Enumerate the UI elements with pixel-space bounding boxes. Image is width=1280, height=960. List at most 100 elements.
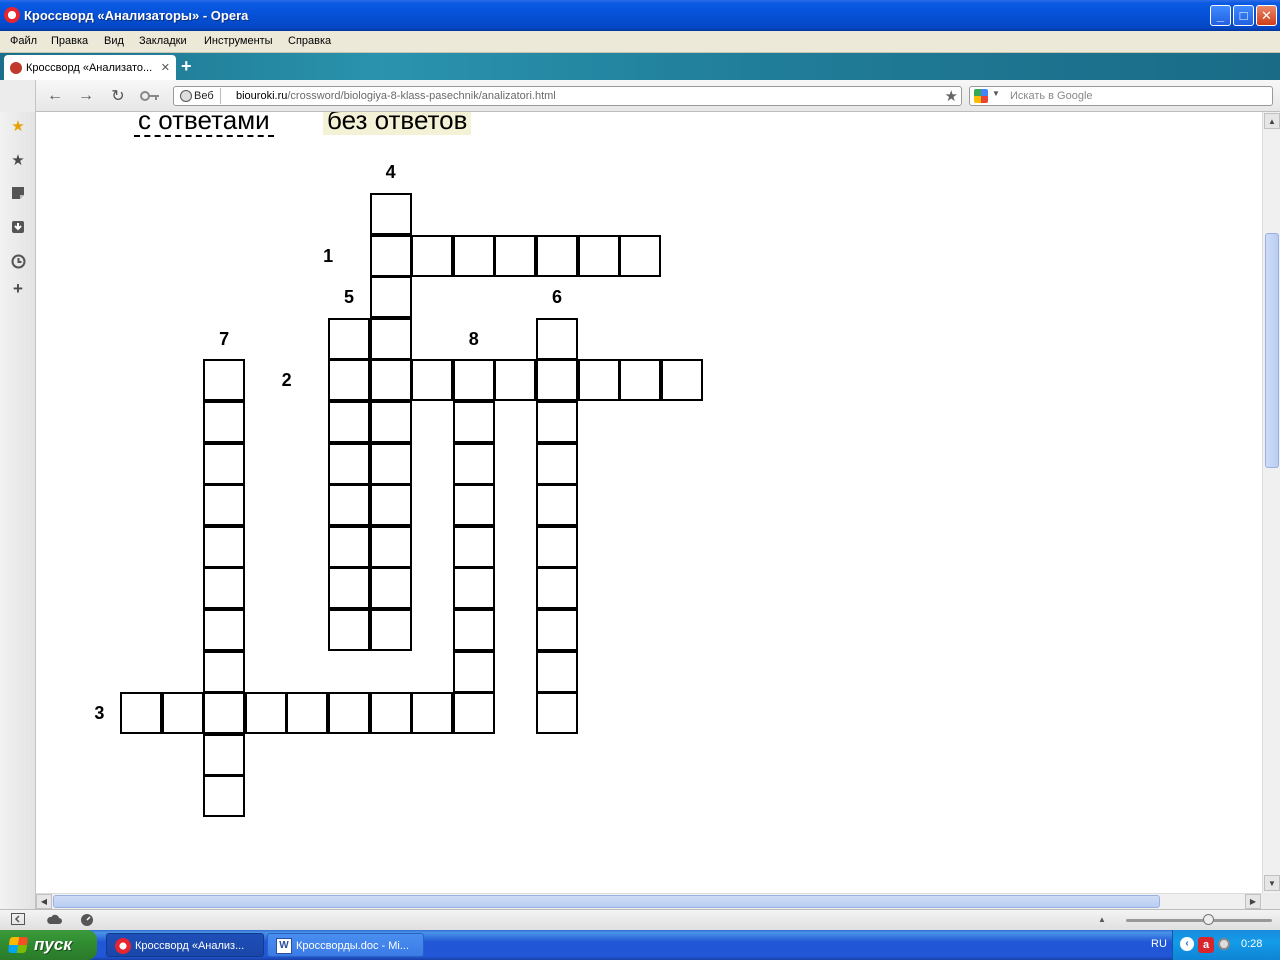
language-indicator[interactable]: RU (1151, 938, 1167, 950)
globe-icon (180, 90, 192, 102)
menu-help[interactable]: Справка (288, 35, 331, 47)
scroll-up-icon[interactable]: ▲ (1264, 113, 1280, 129)
chevron-down-icon[interactable]: ▼ (992, 89, 1000, 98)
scroll-down-icon[interactable]: ▼ (1264, 875, 1280, 891)
reload-button[interactable]: ↻ (108, 86, 128, 106)
without-answers-tab[interactable]: без ответов (323, 112, 472, 135)
clue-number-8: 8 (468, 328, 479, 349)
taskbar-item-label: Кроссворды.doc - Mi... (296, 940, 410, 952)
crossword-cell (369, 442, 412, 485)
crossword-cell (660, 359, 703, 402)
vertical-scroll-thumb[interactable] (1265, 233, 1279, 468)
crossword-cell (203, 650, 246, 693)
side-panel: ★ ★ + (0, 112, 36, 909)
crossword-cell (203, 525, 246, 568)
menu-file[interactable]: Файл (10, 35, 37, 47)
crossword-cell (452, 609, 495, 651)
crossword-cell (536, 692, 578, 735)
tab-crossword[interactable]: Кроссворд «Анализато... ✕ (4, 55, 176, 80)
tab-close-icon[interactable]: ✕ (161, 61, 170, 74)
crossword-cell (536, 525, 578, 568)
zoom-slider-track[interactable] (1126, 919, 1272, 922)
navigation-bar: ← → ↻ Веб biouroki.ru/crossword/biologiy… (36, 80, 1280, 112)
clue-number-3: 3 (94, 703, 105, 724)
menu-edit[interactable]: Правка (51, 35, 88, 47)
crossword-cell (120, 692, 162, 735)
crossword-cell (161, 692, 204, 735)
key-icon[interactable] (140, 86, 160, 106)
crossword-cell (328, 484, 370, 527)
opera-unite-cloud-icon[interactable] (46, 913, 62, 927)
crossword-cell (536, 650, 578, 693)
crossword-cell (203, 692, 246, 735)
address-bar[interactable]: Веб biouroki.ru/crossword/biologiya-8-kl… (173, 86, 962, 106)
crossword-cell (452, 567, 495, 610)
menu-bar: Файл Правка Вид Закладки Инструменты Спр… (0, 31, 1280, 53)
crossword-cell (536, 442, 578, 485)
menu-view[interactable]: Вид (104, 35, 124, 47)
crossword-cell (536, 359, 578, 402)
scrollbar-corner (1262, 893, 1280, 909)
search-field[interactable]: ▼ Искать в Google (969, 86, 1273, 106)
bookmarks-star-icon[interactable]: ★ (10, 152, 26, 168)
bookmark-star-icon[interactable]: ★ (945, 87, 958, 105)
crossword-cell (328, 442, 370, 485)
panel-toggle-icon[interactable] (11, 913, 25, 927)
crossword-cell (619, 359, 662, 402)
favicon-icon (10, 62, 22, 74)
crossword-cell (452, 650, 495, 693)
clue-number-2: 2 (281, 370, 292, 391)
crossword-cell (536, 609, 578, 651)
word-document-icon: W (276, 938, 292, 954)
speed-dial-star-icon[interactable]: ★ (10, 118, 26, 134)
opera-icon (115, 938, 131, 954)
taskbar-item-opera[interactable]: Кроссворд «Анализ... (106, 933, 264, 957)
history-clock-icon[interactable] (10, 253, 26, 269)
turbo-gauge-icon[interactable] (80, 913, 94, 927)
web-badge[interactable]: Веб (176, 88, 221, 104)
scroll-right-icon[interactable]: ▶ (1245, 894, 1261, 909)
notes-icon[interactable] (10, 185, 26, 201)
status-bar: ▲ (0, 909, 1280, 930)
crossword-cell (203, 401, 246, 443)
new-tab-button[interactable]: + (181, 57, 192, 75)
start-button[interactable]: пуск (0, 930, 97, 960)
crossword-cell (452, 525, 495, 568)
network-icon[interactable] (1218, 938, 1230, 950)
crossword-cell (536, 484, 578, 527)
title-bar: Кроссворд «Анализаторы» - Opera _ □ ✕ (0, 0, 1280, 31)
crossword-cell (369, 276, 412, 319)
close-button[interactable]: ✕ (1256, 5, 1277, 26)
start-label: пуск (34, 935, 72, 954)
crossword-cell (328, 359, 370, 402)
maximize-button[interactable]: □ (1233, 5, 1254, 26)
url-text[interactable]: biouroki.ru/crossword/biologiya-8-klass-… (236, 90, 556, 102)
add-panel-icon[interactable]: + (10, 280, 26, 297)
clue-number-7: 7 (219, 328, 230, 349)
zoom-menu-icon[interactable]: ▲ (1095, 913, 1109, 927)
forward-button[interactable]: → (76, 86, 96, 106)
vertical-scrollbar[interactable]: ▲ ▼ (1262, 112, 1280, 893)
url-path: /crossword/biologiya-8-klass-pasechnik/a… (287, 90, 556, 102)
window-title: Кроссворд «Анализаторы» - Opera (24, 8, 249, 23)
downloads-icon[interactable] (10, 219, 26, 235)
antivirus-icon[interactable]: a (1198, 937, 1214, 953)
minimize-button[interactable]: _ (1210, 5, 1231, 26)
crossword-cell (536, 317, 578, 360)
taskbar-item-word[interactable]: W Кроссворды.doc - Mi... (267, 933, 424, 957)
scroll-left-icon[interactable]: ◀ (36, 894, 52, 909)
horizontal-scrollbar[interactable]: ◀ ▶ (36, 893, 1262, 909)
clue-number-6: 6 (551, 287, 562, 308)
search-placeholder: Искать в Google (1010, 90, 1093, 102)
back-button[interactable]: ← (45, 86, 65, 106)
taskbar-item-label: Кроссворд «Анализ... (135, 940, 245, 952)
with-answers-link[interactable]: с ответами (134, 112, 274, 137)
zoom-slider-handle[interactable] (1203, 914, 1214, 925)
menu-tools[interactable]: Инструменты (204, 35, 273, 47)
tab-bar: Кроссворд «Анализато... ✕ + (0, 53, 1280, 80)
tray-arrow-icon[interactable]: ‹ (1180, 937, 1194, 951)
horizontal-scroll-thumb[interactable] (53, 895, 1160, 908)
crossword-cell (369, 567, 412, 610)
menu-bookmarks[interactable]: Закладки (139, 35, 187, 47)
crossword-cell (203, 442, 246, 485)
